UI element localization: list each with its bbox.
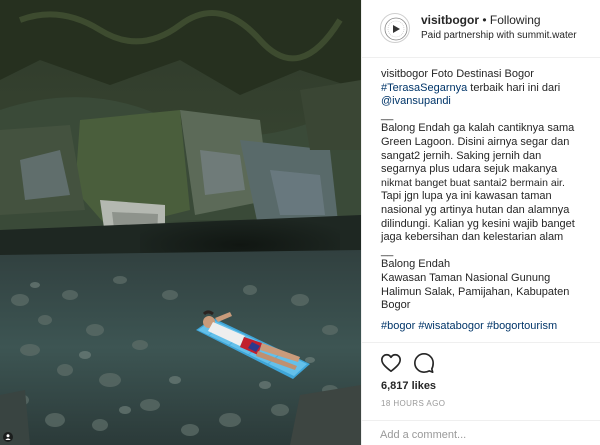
caption-body-line: sangat2 jernih. Saking jernih dan (381, 149, 542, 162)
hashtag-link[interactable]: #bogortourism (487, 320, 557, 332)
post-timestamp[interactable]: 18 HOURS AGO (381, 399, 445, 408)
caption-line: @ivansupandi (381, 95, 591, 109)
post-side-panel: visitbogor • Following Paid partnership … (361, 0, 600, 445)
caption-body-line: dilindungi. Kalian yg kesini wajib bange… (381, 217, 575, 230)
comment-input[interactable] (380, 427, 585, 443)
comment-button[interactable] (413, 352, 435, 374)
comment-bar (362, 420, 600, 445)
caption-author-link[interactable]: visitbogor (381, 68, 428, 80)
instagram-post: visitbogor • Following Paid partnership … (0, 0, 600, 445)
caption-intro-rest: terbaik hari ini dari (470, 81, 561, 94)
post-photo[interactable] (0, 0, 361, 445)
username-link[interactable]: visitbogor (421, 13, 479, 27)
caption-intro-text: Foto Destinasi Bogor (431, 68, 534, 80)
caption-gap (381, 313, 591, 320)
post-header: visitbogor • Following Paid partnership … (362, 0, 600, 58)
paid-partnership-label[interactable]: Paid partnership with summit.water (421, 30, 577, 41)
comment-icon (414, 353, 434, 373)
heart-icon (381, 353, 401, 373)
caption-body-line: nasional yg artinya hutan dan alamnya (381, 203, 570, 216)
caption-location-line: Kawasan Taman Nasional Gunung (381, 271, 551, 284)
caption-hashtags: #bogor #wisatabogor #bogortourism (381, 320, 591, 334)
caption-body-line: jaga kebersihan dan kelestarian alam (381, 231, 564, 244)
hashtag-link[interactable]: #TerasaSegarnya (381, 82, 467, 94)
hashtag-link[interactable]: #bogor (381, 320, 415, 332)
caption-body-line: Balong Endah ga kalah cantiknya sama (381, 122, 575, 135)
avatar[interactable] (380, 13, 410, 43)
caption-body-line: Tapi jgn lupa ya ini kawasan taman (381, 190, 552, 203)
post-caption: visitbogor Foto Destinasi Bogor #TerasaS… (381, 68, 591, 333)
photo-scene (0, 0, 361, 445)
caption-line: visitbogor Foto Destinasi Bogor (381, 68, 591, 82)
caption-location-line: Balong Endah (381, 258, 451, 271)
like-button[interactable] (380, 352, 402, 374)
likes-count[interactable]: 6,817 likes (381, 380, 436, 392)
user-tag-icon[interactable] (3, 432, 13, 442)
divider (362, 342, 600, 343)
hashtag-link[interactable]: #wisatabogor (418, 320, 483, 332)
caption-separator: __ (381, 244, 394, 257)
caption-line: #TerasaSegarnya terbaik hari ini dari (381, 82, 591, 96)
visitbogor-logo-icon (384, 17, 408, 41)
caption-separator: __ (381, 108, 394, 121)
caption-location-line: Bogor (381, 299, 411, 312)
following-button[interactable]: Following (490, 13, 541, 27)
header-separator: • (482, 13, 487, 27)
mention-link[interactable]: @ivansupandi (381, 95, 451, 107)
caption-body-line: Green Lagoon. Disini airnya segar dan (381, 135, 570, 148)
header-title-row: visitbogor • Following (421, 13, 541, 27)
caption-location-line: Halimun Salak, Pamijahan, Kabupaten (381, 285, 570, 298)
caption-body-line: nikmat banget buat santai2 bermain air. (381, 176, 565, 189)
caption-body-line: segarnya plus udara sejuk makanya (381, 163, 558, 176)
